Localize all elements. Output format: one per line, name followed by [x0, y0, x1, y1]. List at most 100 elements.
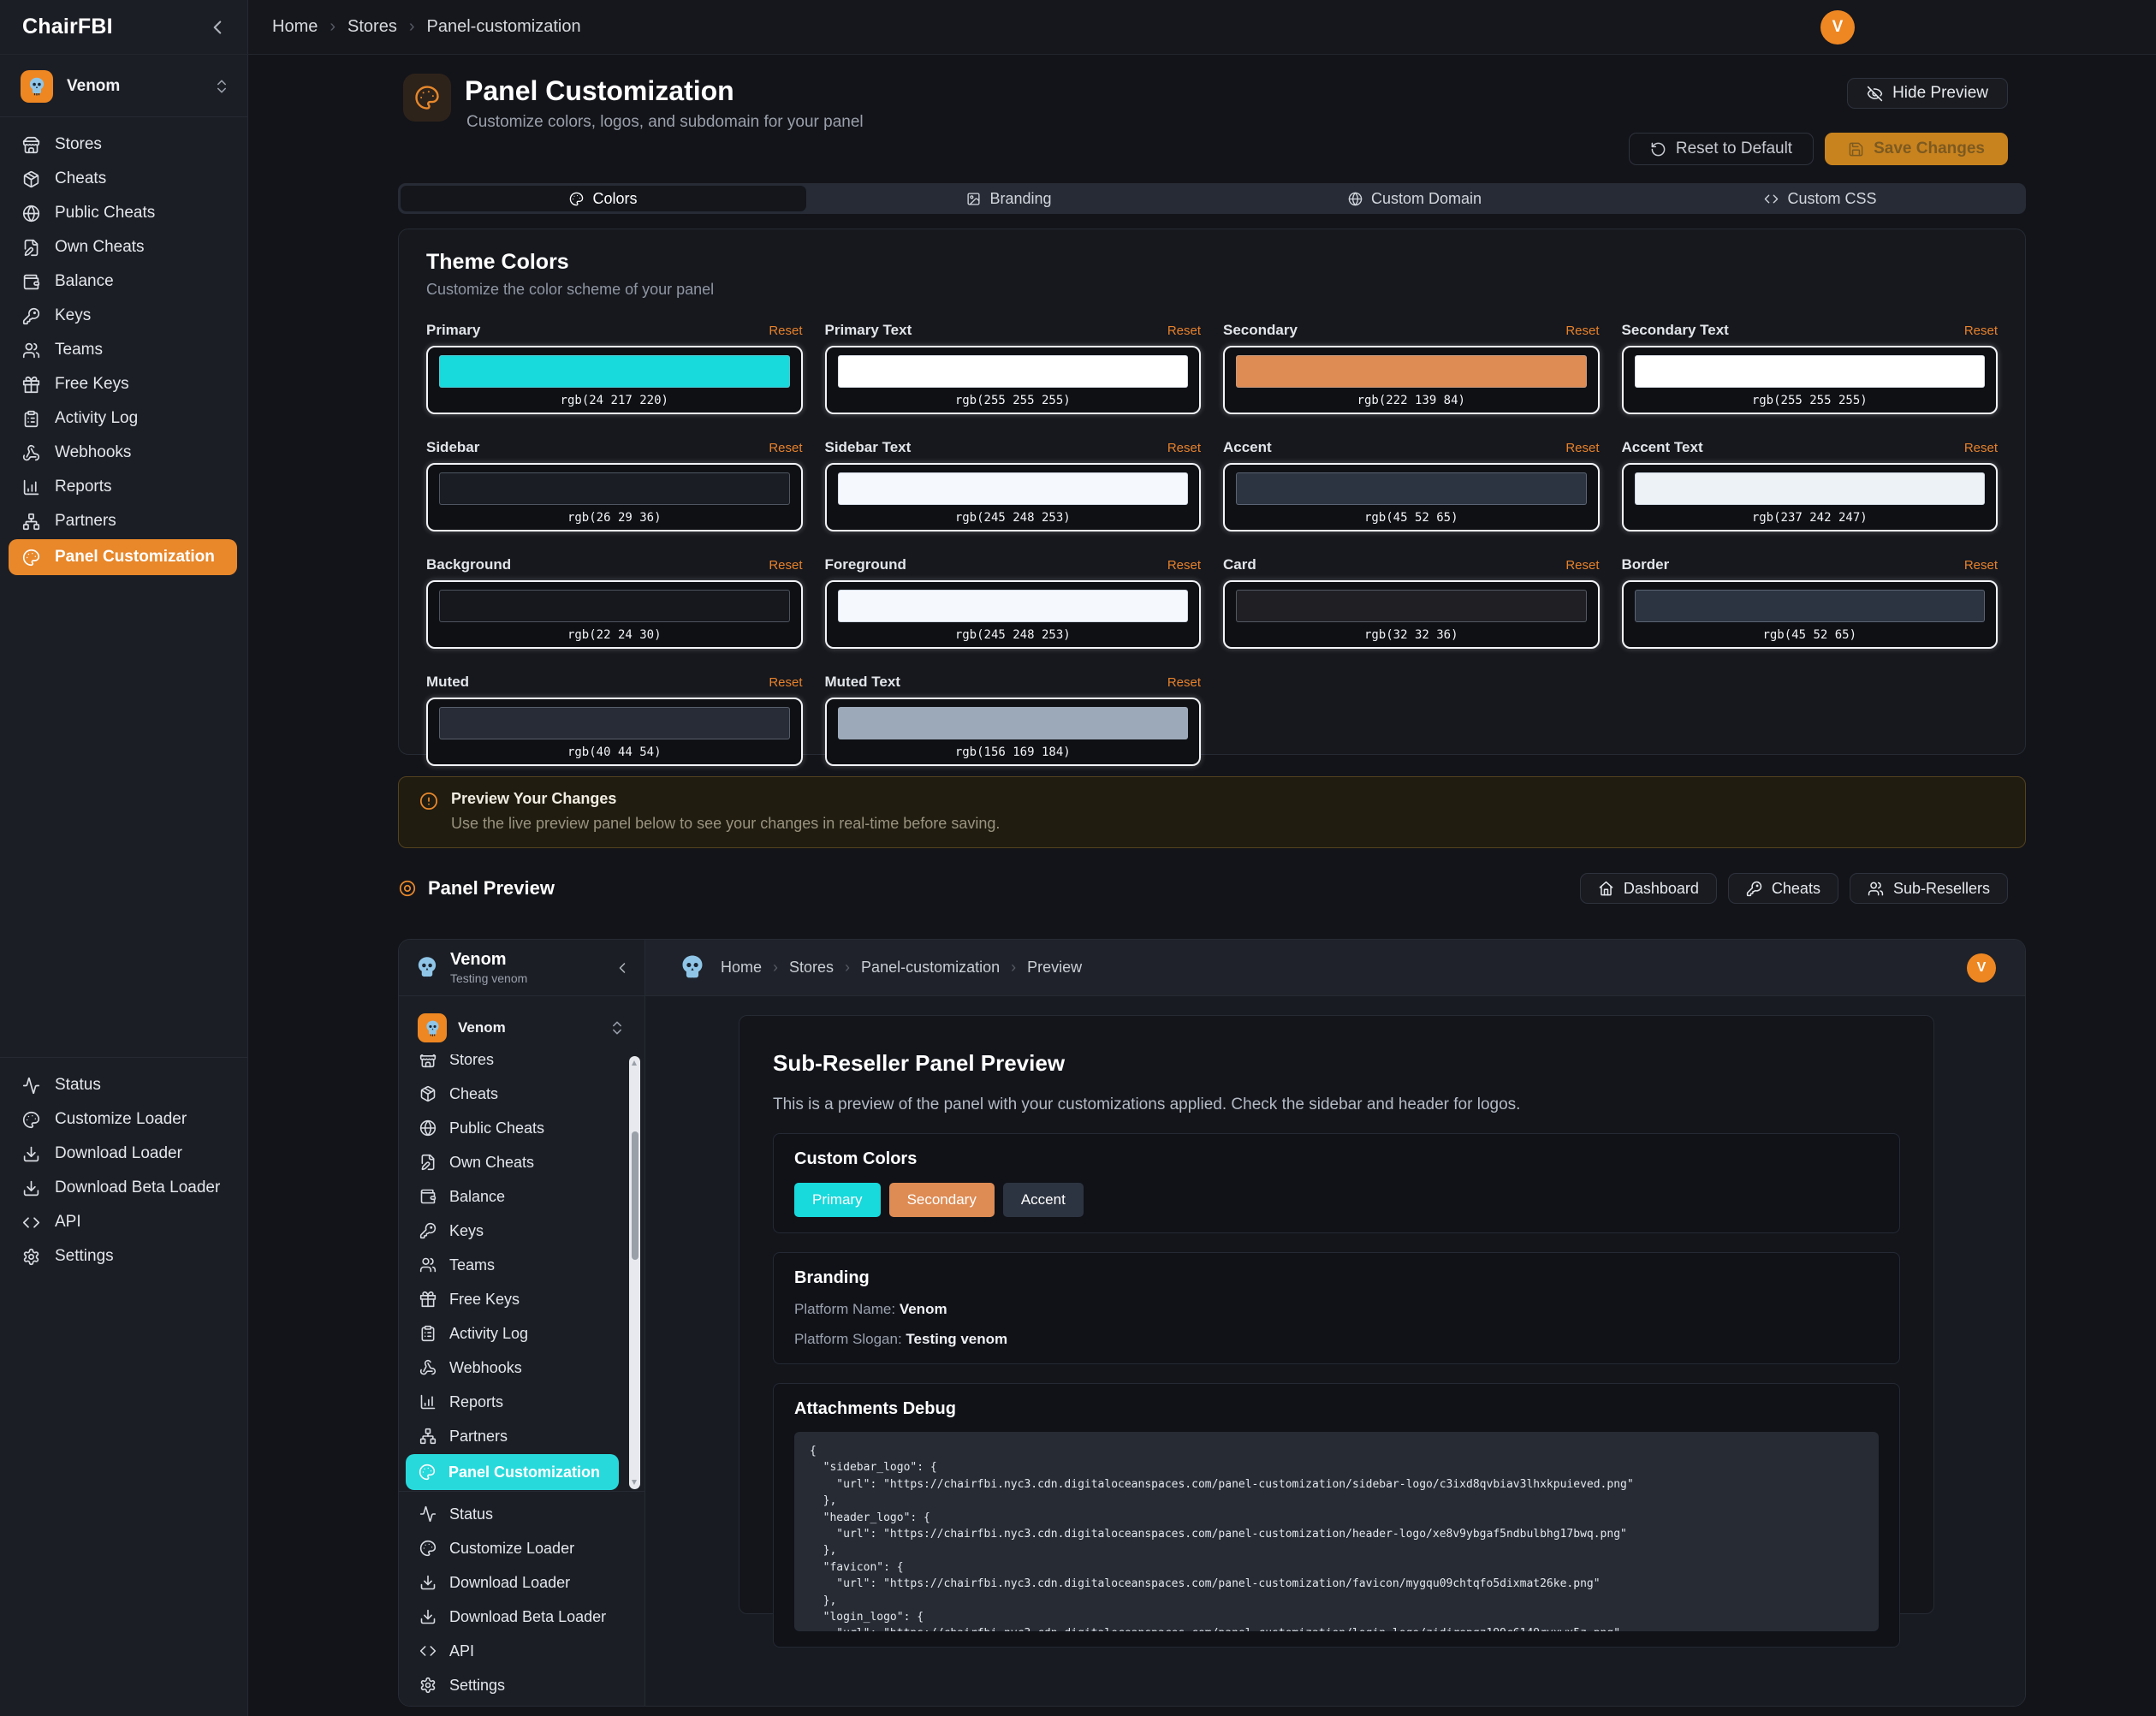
swatch-reset-link[interactable]: Reset [769, 675, 802, 690]
sidebar-item-download-beta-loader[interactable]: Download Beta Loader [0, 1171, 247, 1205]
sidebar-item-webhooks[interactable]: Webhooks [0, 436, 247, 470]
swatch-picker[interactable]: rgb(156 169 184) [825, 698, 1202, 766]
swatch-picker[interactable]: rgb(45 52 65) [1223, 463, 1600, 531]
swatch-reset-link[interactable]: Reset [1167, 441, 1201, 455]
sidebar-item-reports[interactable]: Reports [0, 470, 247, 504]
swatch-picker[interactable]: rgb(245 248 253) [825, 580, 1202, 649]
swatch-reset-link[interactable]: Reset [1167, 558, 1201, 573]
preview-scrollbar[interactable] [629, 1056, 640, 1489]
custom-color-accent-button[interactable]: Accent [1003, 1183, 1084, 1217]
dashboard-button[interactable]: Dashboard [1580, 873, 1717, 904]
user-avatar[interactable]: V [1820, 10, 1855, 45]
reset-to-default-button[interactable]: Reset to Default [1629, 133, 1814, 165]
preview-sidebar-item-reports[interactable]: Reports [399, 1385, 622, 1419]
swatch-border: BorderResetrgb(45 52 65) [1622, 555, 1999, 649]
sidebar-item-settings[interactable]: Settings [0, 1239, 247, 1274]
tab-custom-css[interactable]: Custom CSS [1618, 186, 2023, 211]
sidebar-item-cheats[interactable]: Cheats [0, 162, 247, 196]
swatch-picker[interactable]: rgb(32 32 36) [1223, 580, 1600, 649]
sidebar-item-balance[interactable]: Balance [0, 264, 247, 299]
sidebar-item-download-loader[interactable]: Download Loader [0, 1137, 247, 1171]
preview-sidebar-item-public-cheats[interactable]: Public Cheats [399, 1111, 622, 1145]
sidebar-collapse-button[interactable] [206, 16, 229, 39]
preview-sidebar-item-free-keys[interactable]: Free Keys [399, 1282, 622, 1316]
preview-sidebar-item-settings[interactable]: Settings [399, 1668, 622, 1702]
breadcrumb-item-home[interactable]: Home [272, 17, 318, 37]
preview-breadcrumb-item-preview[interactable]: Preview [1027, 959, 1082, 977]
swatch-reset-link[interactable]: Reset [769, 441, 802, 455]
save-changes-button[interactable]: Save Changes [1825, 133, 2008, 165]
swatch-reset-link[interactable]: Reset [769, 324, 802, 338]
preview-workspace-selector[interactable]: Venom [409, 1008, 634, 1048]
preview-collapse-button[interactable] [614, 959, 631, 977]
swatch-picker[interactable]: rgb(24 217 220) [426, 346, 803, 414]
swatch-reset-link[interactable]: Reset [1964, 441, 1998, 455]
hide-preview-button[interactable]: Hide Preview [1847, 78, 2008, 109]
tab-label: Branding [989, 190, 1051, 208]
scrollbar-thumb[interactable] [632, 1131, 638, 1260]
swatch-picker[interactable]: rgb(22 24 30) [426, 580, 803, 649]
swatch-picker[interactable]: rgb(245 248 253) [825, 463, 1202, 531]
swatch-picker[interactable]: rgb(222 139 84) [1223, 346, 1600, 414]
swatch-picker[interactable]: rgb(255 255 255) [1622, 346, 1999, 414]
swatch-reset-link[interactable]: Reset [1964, 558, 1998, 573]
sidebar-item-keys[interactable]: Keys [0, 299, 247, 333]
swatch-reset-link[interactable]: Reset [1167, 324, 1201, 338]
download-icon [22, 1179, 40, 1197]
preview-breadcrumb-item-panel-customization[interactable]: Panel-customization [861, 959, 1000, 977]
sidebar-item-api[interactable]: API [0, 1205, 247, 1239]
swatch-picker[interactable]: rgb(255 255 255) [825, 346, 1202, 414]
preview-sidebar-item-status[interactable]: Status [399, 1497, 622, 1531]
preview-sidebar-item-api[interactable]: API [399, 1634, 622, 1668]
swatch-value: rgb(156 169 184) [838, 745, 1189, 759]
swatch-reset-link[interactable]: Reset [1964, 324, 1998, 338]
tab-custom-domain[interactable]: Custom Domain [1212, 186, 1618, 211]
swatch-reset-link[interactable]: Reset [1565, 324, 1599, 338]
preview-sidebar-item-download-beta-loader[interactable]: Download Beta Loader [399, 1600, 622, 1634]
swatch-reset-link[interactable]: Reset [1565, 558, 1599, 573]
preview-sidebar-item-panel-customization[interactable]: Panel Customization [406, 1454, 619, 1490]
sidebar-item-activity-log[interactable]: Activity Log [0, 401, 247, 436]
sidebar-item-own-cheats[interactable]: Own Cheats [0, 230, 247, 264]
swatch-reset-link[interactable]: Reset [1565, 441, 1599, 455]
preview-sidebar-item-download-loader[interactable]: Download Loader [399, 1565, 622, 1600]
scrollbar-arrow-up[interactable] [632, 1060, 637, 1066]
swatch-picker[interactable]: rgb(45 52 65) [1622, 580, 1999, 649]
sub-resellers-button[interactable]: Sub-Resellers [1850, 873, 2008, 904]
swatch-picker[interactable]: rgb(26 29 36) [426, 463, 803, 531]
sidebar-item-panel-customization[interactable]: Panel Customization [9, 539, 237, 575]
preview-sidebar-item-activity-log[interactable]: Activity Log [399, 1316, 622, 1351]
sidebar-item-public-cheats[interactable]: Public Cheats [0, 196, 247, 230]
breadcrumb-item-stores[interactable]: Stores [347, 17, 397, 37]
sidebar-item-customize-loader[interactable]: Customize Loader [0, 1102, 247, 1137]
sidebar-item-free-keys[interactable]: Free Keys [0, 367, 247, 401]
preview-sidebar-item-stores[interactable]: Stores [399, 1054, 622, 1077]
sidebar-item-teams[interactable]: Teams [0, 333, 247, 367]
preview-sidebar-item-customize-loader[interactable]: Customize Loader [399, 1531, 622, 1565]
sidebar-item-status[interactable]: Status [0, 1068, 247, 1102]
preview-sidebar-item-cheats[interactable]: Cheats [399, 1077, 622, 1111]
swatch-picker[interactable]: rgb(237 242 247) [1622, 463, 1999, 531]
preview-breadcrumb-item-stores[interactable]: Stores [789, 959, 834, 977]
swatch-picker[interactable]: rgb(40 44 54) [426, 698, 803, 766]
sidebar-item-partners[interactable]: Partners [0, 504, 247, 538]
preview-sidebar-item-balance[interactable]: Balance [399, 1179, 622, 1214]
sidebar-item-stores[interactable]: Stores [0, 128, 247, 162]
workspace-selector[interactable]: Venom [0, 55, 247, 116]
tab-colors[interactable]: Colors [401, 186, 806, 211]
tab-branding[interactable]: Branding [806, 186, 1212, 211]
preview-user-avatar[interactable]: V [1967, 953, 1996, 983]
preview-sidebar-item-partners[interactable]: Partners [399, 1419, 622, 1453]
swatch-reset-link[interactable]: Reset [769, 558, 802, 573]
preview-breadcrumb-item-home[interactable]: Home [721, 959, 762, 977]
scrollbar-arrow-down[interactable] [632, 1480, 637, 1485]
custom-color-secondary-button[interactable]: Secondary [889, 1183, 995, 1217]
custom-color-primary-button[interactable]: Primary [794, 1183, 881, 1217]
swatch-reset-link[interactable]: Reset [1167, 675, 1201, 690]
preview-sidebar-item-teams[interactable]: Teams [399, 1248, 622, 1282]
preview-sidebar-item-webhooks[interactable]: Webhooks [399, 1351, 622, 1385]
breadcrumb-item-panel-customization[interactable]: Panel-customization [427, 17, 581, 37]
preview-sidebar-item-own-cheats[interactable]: Own Cheats [399, 1145, 622, 1179]
preview-sidebar-item-keys[interactable]: Keys [399, 1214, 622, 1248]
cheats-button[interactable]: Cheats [1728, 873, 1838, 904]
